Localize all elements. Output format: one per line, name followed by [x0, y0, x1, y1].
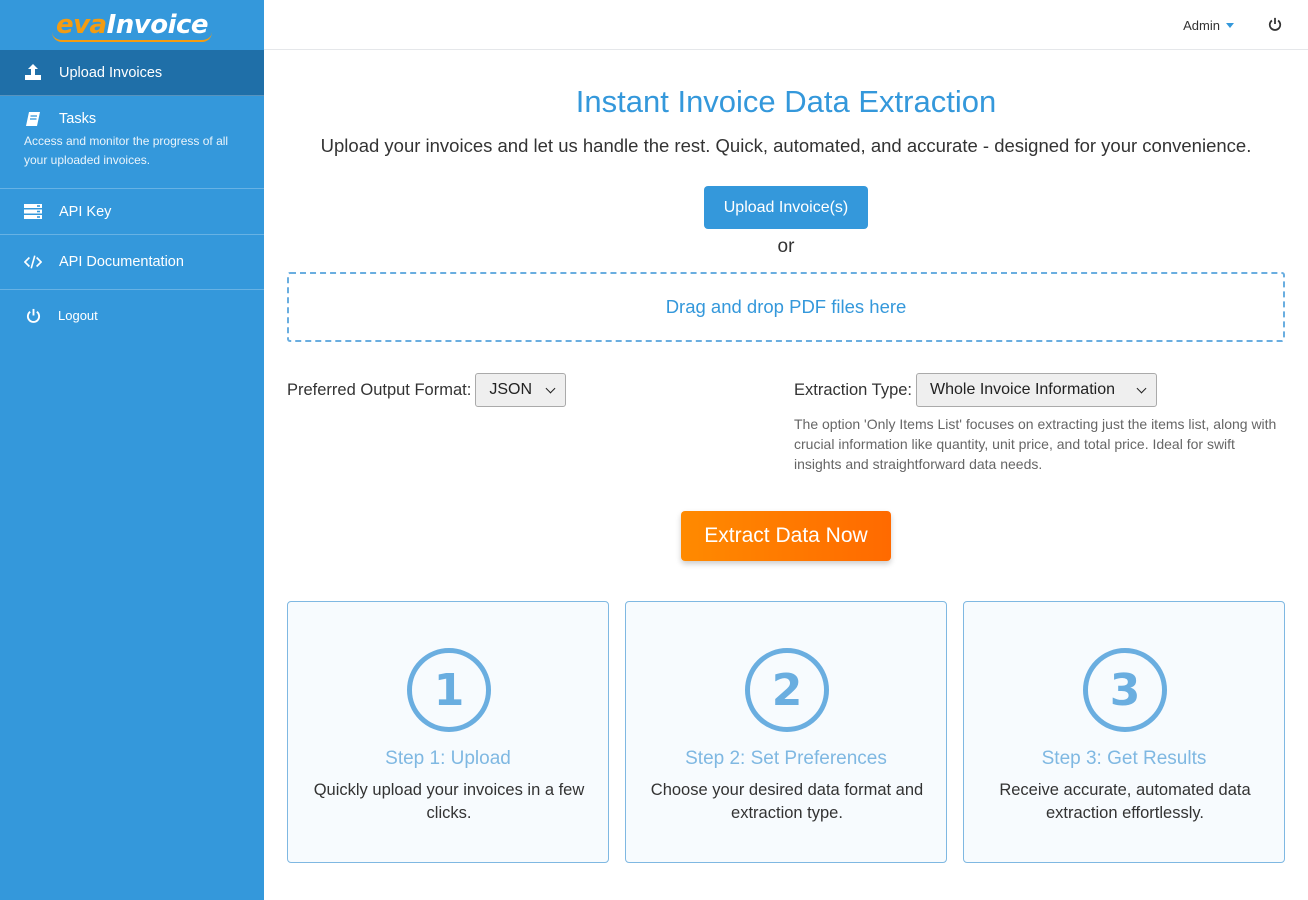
extraction-type-value: Whole Invoice Information [930, 381, 1115, 398]
sidebar: evaInvoice Upload Invoices Tasks Access … [0, 0, 264, 900]
logo[interactable]: evaInvoice [0, 0, 264, 50]
power-icon [24, 306, 42, 324]
output-format-label: Preferred Output Format: [287, 380, 472, 399]
sidebar-item-tasks[interactable]: Tasks Access and monitor the progress of… [0, 96, 264, 189]
sidebar-item-description: Access and monitor the progress of all y… [24, 134, 229, 167]
top-bar: Admin [264, 0, 1308, 50]
book-icon [24, 110, 42, 128]
extraction-type-help: The option 'Only Items List' focuses on … [794, 416, 1277, 472]
extraction-type-select[interactable]: Whole Invoice Information [916, 373, 1158, 407]
output-format-value: JSON [489, 381, 532, 398]
step-description: Choose your desired data format and extr… [650, 781, 924, 822]
chevron-down-icon [1136, 383, 1147, 393]
file-dropzone[interactable]: Drag and drop PDF files here [287, 272, 1285, 342]
step-title: Step 2: Set Preferences [685, 748, 887, 769]
upload-icon [24, 64, 42, 82]
extract-data-button[interactable]: Extract Data Now [681, 511, 891, 561]
logo-text: evaInvoice [51, 10, 212, 42]
step-number-badge: 3 [1083, 648, 1167, 732]
caret-down-icon [1226, 23, 1234, 28]
upload-invoices-button[interactable]: Upload Invoice(s) [704, 186, 868, 229]
user-menu[interactable]: Admin [1183, 18, 1234, 33]
sidebar-item-logout[interactable]: Logout [0, 292, 264, 338]
sidebar-item-label: API Documentation [59, 254, 184, 270]
output-format-group: Preferred Output Format: JSON [287, 373, 567, 407]
page-subtitle: Upload your invoices and let us handle t… [320, 135, 1252, 156]
step-number-badge: 2 [745, 648, 829, 732]
server-icon [24, 203, 42, 221]
sidebar-item-upload-invoices[interactable]: Upload Invoices [0, 50, 264, 96]
extraction-type-group: Extraction Type: Whole Invoice Informati… [794, 373, 1158, 407]
code-icon [24, 253, 42, 271]
main-content: Instant Invoice Data Extraction Upload y… [264, 50, 1308, 900]
step-card-1: 1 Step 1: Upload Quickly upload your inv… [287, 601, 609, 863]
user-name: Admin [1183, 18, 1220, 33]
step-description: Quickly upload your invoices in a few cl… [313, 781, 585, 822]
step-card-2: 2 Step 2: Set Preferences Choose your de… [625, 601, 947, 863]
sidebar-item-label: API Key [59, 203, 112, 220]
step-title: Step 1: Upload [385, 748, 511, 769]
page-title: Instant Invoice Data Extraction [575, 84, 997, 119]
extraction-type-label: Extraction Type: [794, 380, 913, 399]
sidebar-item-api-key[interactable]: API Key [0, 189, 264, 235]
chevron-down-icon [545, 383, 556, 393]
sidebar-item-label: Tasks [59, 111, 97, 127]
step-number-badge: 1 [407, 648, 491, 732]
logo-swoosh [51, 32, 212, 42]
logout-label: Logout [58, 307, 98, 323]
power-icon[interactable] [1268, 17, 1284, 33]
sidebar-item-label: Upload Invoices [59, 64, 163, 81]
dropzone-text: Drag and drop PDF files here [665, 296, 907, 317]
step-title: Step 3: Get Results [1041, 748, 1207, 769]
or-separator: or [777, 236, 795, 257]
sidebar-item-api-documentation[interactable]: API Documentation [0, 235, 264, 290]
step-description: Receive accurate, automated data extract… [999, 781, 1251, 822]
output-format-select[interactable]: JSON [475, 373, 567, 407]
step-card-3: 3 Step 3: Get Results Receive accurate, … [963, 601, 1285, 863]
